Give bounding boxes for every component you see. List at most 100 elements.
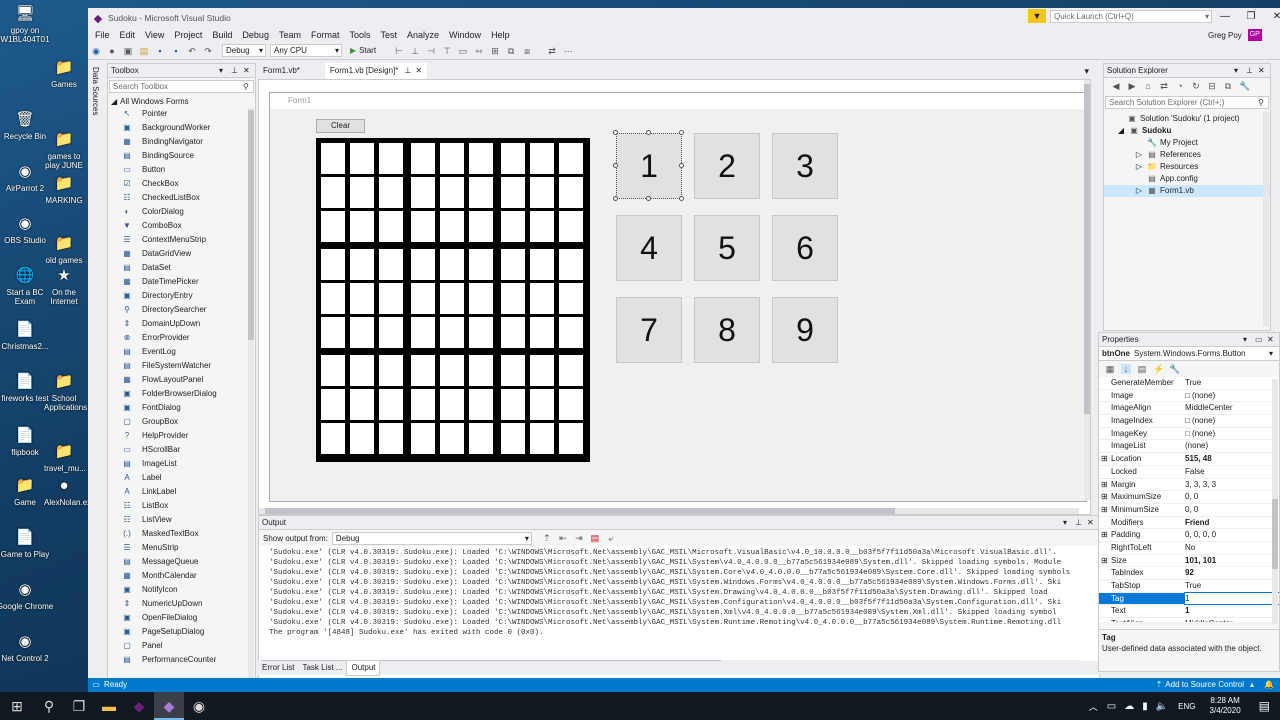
menu-team[interactable]: Team xyxy=(279,30,301,40)
solution-explorer-scrollbar[interactable] xyxy=(1263,112,1269,327)
sudoku-cell[interactable] xyxy=(501,317,525,348)
upload-icon[interactable]: ⇡ xyxy=(1156,678,1163,692)
save-icon[interactable]: ▪ xyxy=(155,46,165,56)
number-button-four[interactable]: 4 xyxy=(616,215,682,281)
toolbox-item-combobox[interactable]: ▼ ComboBox xyxy=(108,219,255,233)
sudoku-cell[interactable] xyxy=(411,249,435,280)
property-row-image[interactable]: Image □ (none) xyxy=(1099,390,1279,403)
property-row-imageindex[interactable]: ImageIndex □ (none) xyxy=(1099,415,1279,428)
property-row-locked[interactable]: Locked False xyxy=(1099,466,1279,479)
expander-icon[interactable]: ▷ xyxy=(1134,149,1144,161)
filter-icon[interactable]: ▼ xyxy=(1028,9,1046,23)
sudoku-cell[interactable] xyxy=(469,211,493,242)
toolbox-item-linklabel[interactable]: A LinkLabel xyxy=(108,485,255,499)
toolbox-item-button[interactable]: ▭ Button xyxy=(108,163,255,177)
menu-debug[interactable]: Debug xyxy=(242,30,269,40)
pin-icon[interactable]: ⊥ xyxy=(231,64,243,78)
sudoku-cell[interactable] xyxy=(350,389,374,420)
property-value[interactable]: 1 xyxy=(1185,605,1279,617)
property-value[interactable]: 92 xyxy=(1185,567,1279,579)
search-icon[interactable]: ⚲ xyxy=(34,692,64,720)
sudoku-cell[interactable] xyxy=(530,143,554,174)
clear-button[interactable]: Clear xyxy=(316,119,365,133)
number-button-six[interactable]: 6 xyxy=(772,215,838,281)
property-row-size[interactable]: ⊞ Size 101, 101 xyxy=(1099,555,1279,568)
sync-icon[interactable]: ⇄ xyxy=(1159,81,1169,91)
sudoku-cell[interactable] xyxy=(530,211,554,242)
toolbox-item-filesystemwatcher[interactable]: ▤ FileSystemWatcher xyxy=(108,359,255,373)
sudoku-cell[interactable] xyxy=(501,249,525,280)
selection-handle[interactable] xyxy=(646,130,651,135)
number-button-three[interactable]: 3 xyxy=(772,133,838,199)
selection-handle[interactable] xyxy=(679,130,684,135)
sudoku-cell[interactable] xyxy=(350,423,374,454)
volume-icon[interactable]: 🔈 xyxy=(1156,701,1168,712)
selection-handle[interactable] xyxy=(613,196,618,201)
property-value[interactable]: 3, 3, 3, 3 xyxy=(1185,479,1279,491)
layout-align-top-icon[interactable]: ⊤ xyxy=(442,46,452,56)
toolbox-item-numericupdown[interactable]: ⇕ NumericUpDown xyxy=(108,597,255,611)
toolbox-item-groupbox[interactable]: ▢ GroupBox xyxy=(108,415,255,429)
designer-hscrollbar[interactable] xyxy=(259,508,1079,514)
toolbox-scrollbar[interactable] xyxy=(248,108,254,678)
sudoku-cell[interactable] xyxy=(530,249,554,280)
toolbox-item-fontdialog[interactable]: ▣ FontDialog xyxy=(108,401,255,415)
clear-all-icon[interactable]: ▤ xyxy=(590,533,600,543)
property-pages-icon[interactable]: 🔧 xyxy=(1169,364,1180,374)
sudoku-cell[interactable] xyxy=(321,355,345,386)
toolbox-item-label[interactable]: A Label xyxy=(108,471,255,485)
redo-icon[interactable]: ↷ xyxy=(203,46,213,56)
properties-icon[interactable]: 🔧 xyxy=(1239,81,1250,91)
desktop-icon-on-the-internet[interactable]: ★ On the Internet xyxy=(44,266,84,306)
sudoku-cell[interactable] xyxy=(501,389,525,420)
property-row-padding[interactable]: ⊞ Padding 0, 0, 0, 0 xyxy=(1099,529,1279,542)
scroll-thumb[interactable] xyxy=(248,110,254,340)
toolbox-item-messagequeue[interactable]: ▤ MessageQueue xyxy=(108,555,255,569)
layout-center-icon[interactable]: ⊞ xyxy=(490,46,500,56)
toolbox-item-checkedlistbox[interactable]: ☷ CheckedListBox xyxy=(108,191,255,205)
task-view-icon[interactable]: ❐ xyxy=(64,692,94,720)
visual-studio-icon[interactable]: ◆ xyxy=(154,692,184,720)
expander-icon[interactable]: ⊞ xyxy=(1101,479,1108,492)
desktop-icon-marking[interactable]: 📁 MARKING xyxy=(44,174,84,205)
expander-icon[interactable]: ▷ xyxy=(1134,185,1144,197)
chevron-up-icon[interactable]: ︿ xyxy=(1089,700,1098,713)
sudoku-cell[interactable] xyxy=(440,249,464,280)
notifications-icon[interactable]: 🔔 xyxy=(1264,678,1274,692)
sudoku-cell[interactable] xyxy=(411,423,435,454)
number-button-five[interactable]: 5 xyxy=(694,215,760,281)
number-button-eight[interactable]: 8 xyxy=(694,297,760,363)
dropdown-icon[interactable]: ▾ xyxy=(1063,516,1075,530)
desktop-icon-net-control-2[interactable]: ◉ Net Control 2 xyxy=(0,632,54,663)
desktop-icon-travel-mu[interactable]: 📁 travel_mu... xyxy=(44,442,86,473)
sudoku-cell[interactable] xyxy=(411,283,435,314)
layout-front-icon[interactable]: ⧉ xyxy=(506,46,516,56)
sudoku-cell[interactable] xyxy=(350,177,374,208)
scroll-thumb[interactable] xyxy=(1084,84,1090,414)
property-row-righttoleft[interactable]: RightToLeft No xyxy=(1099,542,1279,555)
close-button[interactable]: ✕ xyxy=(1264,11,1280,22)
number-button-two[interactable]: 2 xyxy=(694,133,760,199)
desktop-icon-gpoy-on-w1bl404t01[interactable]: 🖥 gpoy on W1BL404T01 xyxy=(0,4,54,44)
pin-icon[interactable]: ⊥ xyxy=(404,63,411,79)
property-value[interactable]: 0, 0, 0, 0 xyxy=(1185,529,1279,541)
maximize-icon[interactable]: ▭ xyxy=(1255,333,1267,347)
toolbox-item-hscrollbar[interactable]: ▭ HScrollBar xyxy=(108,443,255,457)
sudoku-cell[interactable] xyxy=(469,389,493,420)
language-indicator[interactable]: ENG xyxy=(1178,702,1195,711)
sudoku-cell[interactable] xyxy=(379,283,403,314)
home-icon[interactable]: ⌂ xyxy=(1143,81,1153,91)
sudoku-cell[interactable] xyxy=(440,177,464,208)
layout-align-center-icon[interactable]: ⊥ xyxy=(410,46,420,56)
property-row-generatemember[interactable]: GenerateMember True xyxy=(1099,377,1279,390)
output-text[interactable]: 'Sudoku.exe' (CLR v4.0.30319: Sudoku.exe… xyxy=(259,546,1099,638)
property-value[interactable]: 101, 101 xyxy=(1185,555,1279,567)
tab-form1-design[interactable]: Form1.vb [Design]* ⊥ ✕ xyxy=(324,63,428,79)
property-value[interactable]: □ (none) xyxy=(1185,415,1279,427)
tree-item-form1-vb[interactable]: ▷ ▦ Form1.vb xyxy=(1104,185,1270,197)
property-value[interactable]: 0, 0 xyxy=(1185,491,1279,503)
toolbar-overflow-icon[interactable]: ⋯ xyxy=(563,46,573,56)
sudoku-cell[interactable] xyxy=(440,355,464,386)
sudoku-cell[interactable] xyxy=(321,389,345,420)
property-value[interactable]: No xyxy=(1185,542,1279,554)
